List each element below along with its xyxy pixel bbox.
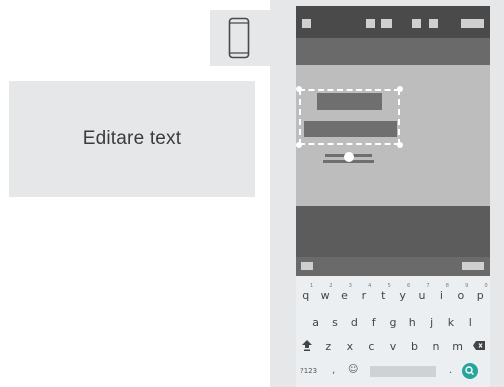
- key-label: o: [457, 289, 465, 302]
- search-icon[interactable]: [462, 363, 478, 379]
- status-icon-left: [302, 19, 311, 28]
- key-f[interactable]: f: [365, 316, 382, 329]
- key-b[interactable]: b: [406, 340, 423, 354]
- toolbar-icon[interactable]: [462, 262, 484, 270]
- label-text: Editare text: [82, 128, 182, 149]
- app-bar: [296, 38, 490, 65]
- key-i[interactable]: i8: [433, 283, 450, 302]
- backspace-icon[interactable]: [471, 340, 488, 354]
- status-icon: [412, 19, 421, 28]
- key-o[interactable]: o9: [452, 283, 469, 302]
- key-hint: 3: [348, 283, 352, 289]
- key-l[interactable]: l: [462, 316, 479, 329]
- key-m[interactable]: m: [449, 340, 466, 354]
- key-hint: 1: [310, 283, 314, 289]
- phone-screen: q1w2e3r4t5y6u7i8o9p0 asdfghjkl zxcvbnm ?…: [296, 6, 490, 387]
- key-y[interactable]: y6: [394, 283, 411, 302]
- key-label: e: [341, 289, 348, 302]
- content-area: [296, 65, 490, 206]
- key-hint: 2: [329, 283, 333, 289]
- key-p[interactable]: p0: [472, 283, 489, 302]
- period-key[interactable]: .: [449, 365, 452, 376]
- selection-box[interactable]: [299, 89, 400, 145]
- keyboard-row-2: asdfghjkl: [296, 316, 490, 329]
- phone-icon: [228, 17, 250, 59]
- selection-handle[interactable]: [296, 142, 302, 148]
- key-a[interactable]: a: [307, 316, 324, 329]
- key-x[interactable]: x: [341, 340, 358, 354]
- key-label: u: [418, 289, 426, 302]
- key-hint: 6: [406, 283, 411, 289]
- key-t[interactable]: t5: [375, 283, 392, 302]
- key-hint: 5: [387, 283, 391, 289]
- key-hint: 7: [426, 283, 430, 289]
- label-card[interactable]: Editare text: [9, 81, 255, 197]
- keyboard-row-1: q1w2e3r4t5y6u7i8o9p0: [296, 283, 490, 302]
- key-label: i: [439, 289, 443, 302]
- key-hint: 4: [368, 283, 372, 289]
- status-icon-battery: [461, 19, 484, 28]
- key-label: w: [320, 289, 330, 302]
- key-label: r: [361, 289, 367, 302]
- status-icon: [429, 19, 438, 28]
- key-d[interactable]: d: [346, 316, 363, 329]
- selection-handle[interactable]: [296, 86, 302, 92]
- comma-key[interactable]: ,: [332, 365, 335, 376]
- key-g[interactable]: g: [384, 316, 401, 329]
- key-v[interactable]: v: [384, 340, 401, 354]
- key-h[interactable]: h: [404, 316, 421, 329]
- key-hint: 0: [484, 283, 488, 289]
- key-k[interactable]: k: [442, 316, 459, 329]
- keyboard: q1w2e3r4t5y6u7i8o9p0 asdfghjkl zxcvbnm ?…: [296, 276, 490, 387]
- key-q[interactable]: q1: [297, 283, 314, 302]
- symbols-key[interactable]: ?123: [300, 367, 317, 375]
- key-s[interactable]: s: [326, 316, 343, 329]
- space-key[interactable]: [370, 366, 436, 377]
- shift-icon[interactable]: [298, 340, 315, 354]
- key-e[interactable]: e3: [336, 283, 353, 302]
- key-z[interactable]: z: [320, 340, 337, 354]
- status-icon: [366, 19, 375, 28]
- key-j[interactable]: j: [423, 316, 440, 329]
- keyboard-row-3: zxcvbnm: [296, 340, 490, 354]
- key-label: y: [399, 289, 406, 302]
- status-icon: [381, 19, 392, 28]
- selection-handle[interactable]: [397, 142, 403, 148]
- toolbar-icon[interactable]: [301, 262, 313, 270]
- key-hint: 8: [445, 283, 449, 289]
- key-w[interactable]: w2: [317, 283, 334, 302]
- key-label: p: [476, 289, 484, 302]
- selection-handle[interactable]: [397, 86, 403, 92]
- key-n[interactable]: n: [428, 340, 445, 354]
- key-r[interactable]: r4: [355, 283, 372, 302]
- cursor-handle[interactable]: [344, 152, 354, 162]
- key-label: t: [381, 289, 386, 302]
- keyboard-toolbar: [296, 257, 490, 276]
- bottom-panel: [296, 206, 490, 257]
- key-hint: 9: [465, 283, 469, 289]
- key-u[interactable]: u7: [414, 283, 431, 302]
- emoji-icon[interactable]: ☺: [348, 364, 358, 375]
- key-label: q: [302, 289, 310, 302]
- status-bar: [296, 6, 490, 38]
- key-c[interactable]: c: [363, 340, 380, 354]
- device-tab[interactable]: [210, 10, 270, 66]
